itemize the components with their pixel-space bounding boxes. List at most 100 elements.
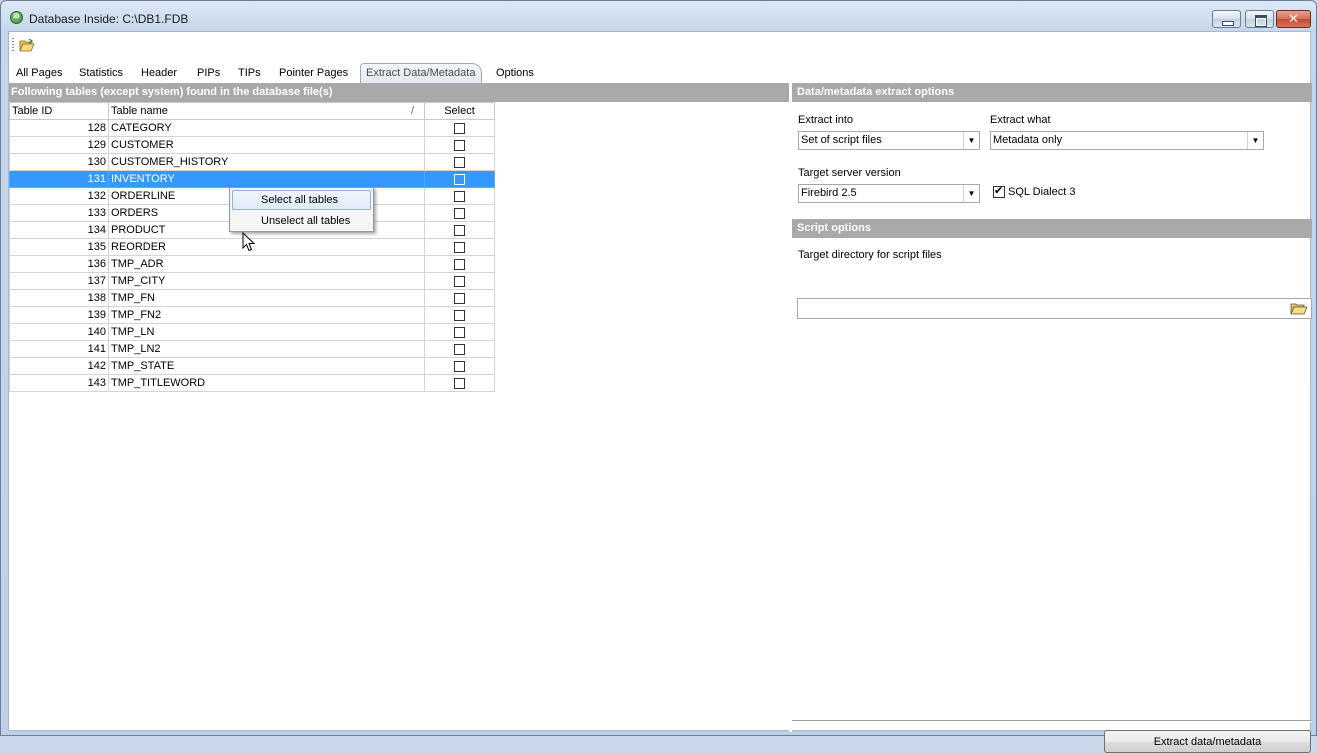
toolbar <box>9 32 1310 58</box>
app-icon: IB <box>10 11 23 24</box>
table-row[interactable]: 141 TMP_LN2 <box>9 340 495 358</box>
select-checkbox[interactable] <box>454 326 465 338</box>
select-cell <box>424 255 495 273</box>
server-version-label: Target server version <box>798 167 901 179</box>
server-version-select[interactable]: Firebird 2.5 ▼ <box>798 184 980 203</box>
chevron-down-icon[interactable]: ▼ <box>963 185 979 202</box>
select-cell <box>424 238 495 256</box>
table-row[interactable]: 138 TMP_FN <box>9 289 495 307</box>
select-cell <box>424 323 495 341</box>
select-checkbox[interactable] <box>454 122 465 134</box>
menu-item-unselect-all-tables[interactable]: Unselect all tables <box>232 211 371 231</box>
extract-what-value: Metadata only <box>993 134 1063 146</box>
extract-options-header: Data/metadata extract options <box>792 83 1312 102</box>
table-row[interactable]: 128 CATEGORY <box>9 119 495 137</box>
browse-folder-icon[interactable] <box>1290 301 1308 316</box>
tables-panel-header: Following tables (except system) found i… <box>9 83 789 102</box>
tab-bar: All Pages Statistics Header PIPs TIPs Po… <box>9 63 1310 83</box>
maximize-button[interactable] <box>1245 10 1274 28</box>
chevron-down-icon[interactable]: ▼ <box>1247 132 1263 149</box>
extract-into-select[interactable]: Set of script files ▼ <box>798 131 980 150</box>
close-button[interactable] <box>1276 10 1311 28</box>
tab-extract-data-metadata[interactable]: Extract Data/Metadata <box>360 63 483 83</box>
select-checkbox[interactable] <box>454 139 465 151</box>
menu-item-select-all-tables[interactable]: Select all tables <box>232 190 371 210</box>
extract-button[interactable]: Extract data/metadata <box>1104 730 1311 753</box>
column-header-table-id[interactable]: Table ID <box>9 102 109 120</box>
table-id-cell: 135 <box>9 238 109 256</box>
table-name-cell: CUSTOMER_HISTORY <box>108 153 425 171</box>
extract-into-label: Extract into <box>798 114 854 126</box>
tab-pointer-pages[interactable]: Pointer Pages <box>279 67 348 79</box>
divider <box>792 720 1312 722</box>
window-title: Database Inside: C:\DB1.FDB <box>29 12 189 26</box>
table-row[interactable]: 140 TMP_LN <box>9 323 495 341</box>
tab-statistics[interactable]: Statistics <box>79 67 123 79</box>
tab-all-pages[interactable]: All Pages <box>16 67 62 79</box>
sql-dialect-label: SQL Dialect 3 <box>1008 186 1076 199</box>
select-checkbox[interactable] <box>454 292 465 304</box>
select-checkbox[interactable] <box>454 190 465 202</box>
tab-tips[interactable]: TIPs <box>238 67 261 79</box>
target-dir-input[interactable] <box>797 298 1312 319</box>
table-row[interactable]: 143 TMP_TITLEWORD <box>9 374 495 392</box>
table-row[interactable]: 142 TMP_STATE <box>9 357 495 375</box>
table-name-cell: TMP_CITY <box>108 272 425 290</box>
table-name-cell: TMP_TITLEWORD <box>108 374 425 392</box>
select-checkbox[interactable] <box>454 360 465 372</box>
table-id-cell: 141 <box>9 340 109 358</box>
select-cell <box>424 374 495 392</box>
select-checkbox[interactable] <box>454 309 465 321</box>
tab-options[interactable]: Options <box>496 67 534 79</box>
select-checkbox[interactable] <box>454 377 465 389</box>
table-name-cell: CUSTOMER <box>108 136 425 154</box>
table-name-cell: TMP_FN2 <box>108 306 425 324</box>
select-cell <box>424 306 495 324</box>
table-row[interactable]: 136 TMP_ADR <box>9 255 495 273</box>
chevron-down-icon[interactable]: ▼ <box>963 132 979 149</box>
table-id-cell: 132 <box>9 187 109 205</box>
select-cell <box>424 170 495 188</box>
tables-panel: Following tables (except system) found i… <box>9 83 789 392</box>
table-row[interactable]: 139 TMP_FN2 <box>9 306 495 324</box>
sort-indicator-icon: / <box>410 105 414 117</box>
select-checkbox[interactable] <box>454 224 465 236</box>
table-name-cell: TMP_ADR <box>108 255 425 273</box>
column-header-table-name[interactable]: Table name / <box>108 102 425 120</box>
select-checkbox[interactable] <box>454 173 465 185</box>
select-checkbox[interactable] <box>454 258 465 270</box>
select-checkbox[interactable] <box>454 275 465 287</box>
select-cell <box>424 187 495 205</box>
table-row[interactable]: 131 INVENTORY <box>9 170 495 188</box>
select-cell <box>424 340 495 358</box>
context-menu: Select all tables Unselect all tables <box>229 187 374 232</box>
open-folder-icon[interactable] <box>19 39 35 52</box>
select-cell <box>424 119 495 137</box>
table-row[interactable]: 130 CUSTOMER_HISTORY <box>9 153 495 171</box>
table-name-cell: TMP_STATE <box>108 357 425 375</box>
title-bar[interactable]: IB Database Inside: C:\DB1.FDB <box>1 1 1316 31</box>
checkbox-checked-icon[interactable] <box>993 184 1005 199</box>
column-header-select[interactable]: Select <box>424 102 495 120</box>
grid-header-row: Table ID Table name / Select <box>9 102 495 120</box>
select-cell <box>424 221 495 239</box>
tab-pips[interactable]: PIPs <box>197 67 220 79</box>
table-name-cell: TMP_LN <box>108 323 425 341</box>
extract-what-select[interactable]: Metadata only ▼ <box>990 131 1264 150</box>
table-row[interactable]: 137 TMP_CITY <box>9 272 495 290</box>
select-checkbox[interactable] <box>454 207 465 219</box>
table-row[interactable]: 129 CUSTOMER <box>9 136 495 154</box>
server-version-value: Firebird 2.5 <box>801 187 857 199</box>
table-id-cell: 142 <box>9 357 109 375</box>
sql-dialect-checkbox[interactable]: SQL Dialect 3 <box>993 184 1076 199</box>
table-name-cell: TMP_LN2 <box>108 340 425 358</box>
table-id-cell: 131 <box>9 170 109 188</box>
select-checkbox[interactable] <box>454 241 465 253</box>
select-checkbox[interactable] <box>454 343 465 355</box>
select-checkbox[interactable] <box>454 156 465 168</box>
toolbar-grip[interactable] <box>12 38 14 52</box>
extract-what-label: Extract what <box>990 114 1051 126</box>
tab-header[interactable]: Header <box>141 67 177 79</box>
minimize-button[interactable] <box>1212 10 1241 28</box>
mouse-cursor-icon <box>242 232 256 252</box>
